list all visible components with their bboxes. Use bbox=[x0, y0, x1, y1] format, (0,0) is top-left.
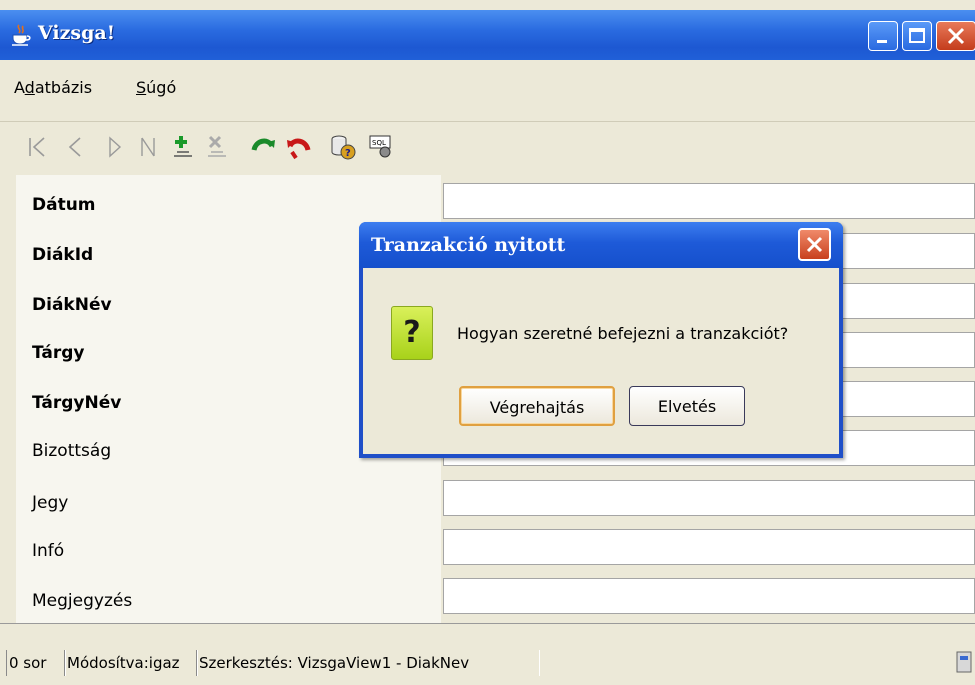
delete-record-icon[interactable] bbox=[202, 132, 232, 162]
dialog-body: ? Hogyan szeretné befejezni a tranzakció… bbox=[363, 268, 839, 454]
field-label-bizottsag: Bizottság bbox=[32, 441, 112, 461]
menu-bar: Adatbázis Súgó bbox=[0, 60, 975, 120]
close-button[interactable] bbox=[936, 21, 975, 51]
minimize-button[interactable] bbox=[868, 21, 898, 51]
sql-icon[interactable]: SQL bbox=[366, 132, 396, 162]
first-record-icon[interactable] bbox=[22, 132, 52, 162]
status-modified: Módosítva:igaz bbox=[64, 650, 198, 676]
commit-button[interactable]: Végrehajtás bbox=[459, 386, 615, 426]
field-label-megjegyzes: Megjegyzés bbox=[32, 591, 133, 611]
close-icon bbox=[947, 27, 965, 45]
status-row-count: 0 sor bbox=[6, 650, 66, 676]
info-field[interactable] bbox=[443, 529, 975, 565]
window-title: Vizsga! bbox=[38, 22, 116, 44]
question-icon: ? bbox=[391, 306, 433, 360]
svg-text:SQL: SQL bbox=[372, 139, 386, 147]
maximize-icon bbox=[909, 28, 925, 43]
dialog-message: Hogyan szeretné befejezni a tranzakciót? bbox=[457, 324, 789, 343]
field-label-info: Infó bbox=[32, 541, 65, 561]
commit-icon[interactable] bbox=[248, 132, 278, 162]
close-icon bbox=[806, 236, 823, 253]
menu-adatbazis[interactable]: Adatbázis bbox=[14, 78, 92, 97]
field-label-jegy: Jegy bbox=[32, 493, 69, 513]
discard-button[interactable]: Elvetés bbox=[629, 386, 745, 426]
status-editing: Szerkesztés: VizsgaView1 - DiakNev bbox=[196, 650, 540, 676]
next-record-icon[interactable] bbox=[100, 132, 130, 162]
dialog-title: Tranzakció nyitott bbox=[371, 234, 566, 256]
toolbar: ? SQL bbox=[0, 121, 975, 176]
datum-field[interactable] bbox=[443, 183, 975, 219]
status-db-icon bbox=[955, 648, 975, 676]
menu-sugo[interactable]: Súgó bbox=[136, 78, 176, 97]
svg-text:?: ? bbox=[345, 148, 351, 159]
field-label-targynev: TárgyNév bbox=[32, 393, 122, 413]
minimize-icon bbox=[877, 40, 887, 43]
prev-record-icon[interactable] bbox=[60, 132, 90, 162]
status-bar: 0 sor Módosítva:igaz Szerkesztés: Vizsga… bbox=[0, 623, 975, 685]
maximize-button[interactable] bbox=[902, 21, 932, 51]
query-icon[interactable]: ? bbox=[328, 132, 358, 162]
field-label-diaknev: DiákNév bbox=[32, 295, 112, 315]
megjegyzes-field[interactable] bbox=[443, 578, 975, 614]
field-label-datum: Dátum bbox=[32, 195, 96, 215]
add-record-icon[interactable] bbox=[168, 132, 198, 162]
jegy-field[interactable] bbox=[443, 480, 975, 516]
java-cup-icon bbox=[10, 24, 32, 48]
field-label-targy: Tárgy bbox=[32, 343, 85, 363]
last-record-icon[interactable] bbox=[134, 132, 164, 162]
title-bar[interactable]: Vizsga! bbox=[0, 10, 975, 60]
transaction-dialog: Tranzakció nyitott ? Hogyan szeretné bef… bbox=[359, 222, 843, 458]
rollback-icon[interactable] bbox=[284, 132, 314, 162]
app-window: Vizsga! Adatbázis Súgó ? SQL Dátum DiákI… bbox=[0, 0, 975, 685]
dialog-close-button[interactable] bbox=[798, 228, 831, 261]
dialog-title-bar[interactable]: Tranzakció nyitott bbox=[359, 222, 843, 268]
field-label-diakid: DiákId bbox=[32, 245, 94, 265]
